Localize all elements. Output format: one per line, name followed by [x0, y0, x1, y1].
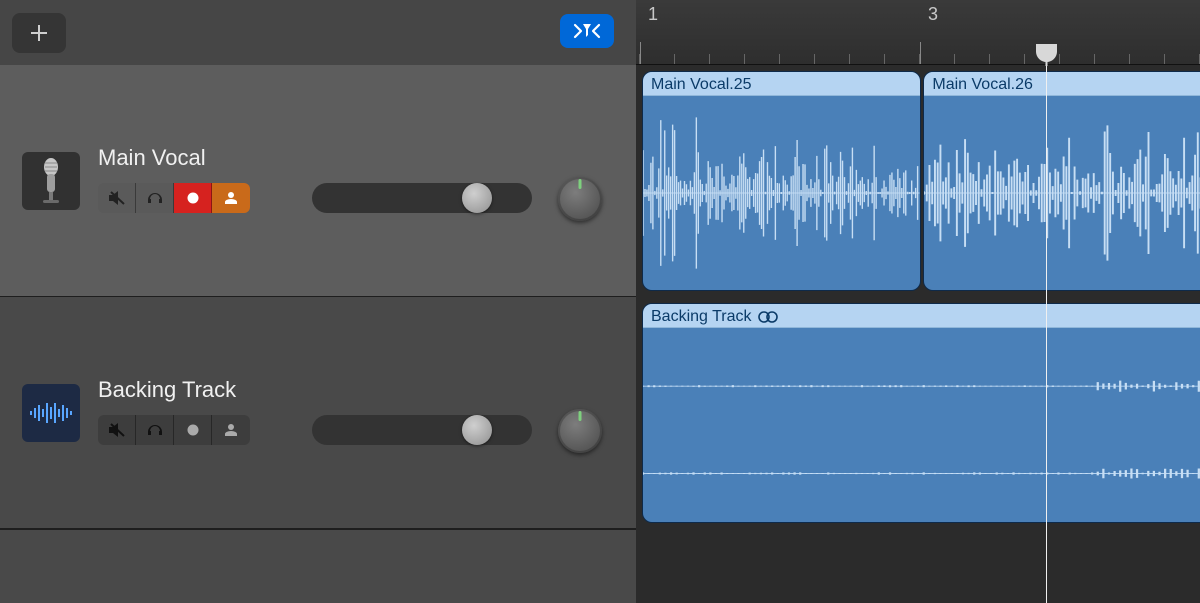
mute-button[interactable]: [98, 415, 136, 445]
region-lane[interactable]: Main Vocal.25 Main Vocal.26: [636, 65, 1200, 297]
plus-icon: [29, 23, 49, 43]
audio-region[interactable]: Main Vocal.25: [642, 71, 921, 291]
region-header[interactable]: Backing Track: [643, 304, 1200, 328]
add-track-button[interactable]: [12, 13, 66, 53]
main-area: Main Vocal: [0, 0, 1200, 603]
volume-slider-thumb[interactable]: [462, 183, 492, 213]
region-name-label: Backing Track: [651, 308, 751, 326]
empty-track-area: [0, 529, 636, 603]
daw-window: Main Vocal: [0, 0, 1200, 603]
region-waveform: [643, 328, 1200, 522]
track-control-buttons: [98, 415, 250, 445]
region-lane[interactable]: Backing Track: [636, 297, 1200, 529]
mute-icon: [108, 190, 126, 206]
pan-knob[interactable]: [558, 177, 602, 221]
microphone-icon: [37, 157, 65, 205]
record-enable-button[interactable]: [174, 415, 212, 445]
input-monitor-button[interactable]: [212, 183, 250, 213]
record-icon: [186, 191, 200, 205]
volume-slider-thumb[interactable]: [462, 415, 492, 445]
record-icon: [186, 423, 200, 437]
volume-slider[interactable]: [312, 415, 532, 445]
region-waveform: [643, 96, 920, 290]
region-header[interactable]: Main Vocal.26: [924, 72, 1200, 96]
monitor-headphones-button[interactable]: [136, 415, 174, 445]
track-name-label[interactable]: Main Vocal: [98, 145, 206, 171]
pan-knob[interactable]: [558, 409, 602, 453]
region-header[interactable]: Main Vocal.25: [643, 72, 920, 96]
playhead-handle-icon[interactable]: [1036, 44, 1057, 66]
input-monitor-icon: [222, 422, 240, 438]
track-icon: [22, 152, 80, 210]
mute-button[interactable]: [98, 183, 136, 213]
ruler-bar-number: 1: [648, 4, 658, 25]
audio-waveform-icon: [29, 401, 73, 425]
track-name-label[interactable]: Backing Track: [98, 377, 236, 403]
track-control-buttons: [98, 183, 250, 213]
record-enable-button[interactable]: [174, 183, 212, 213]
track-header-main-vocal[interactable]: Main Vocal: [0, 65, 636, 297]
arrange-area[interactable]: 1357 Main Vocal.25: [636, 0, 1200, 603]
audio-region[interactable]: Backing Track: [642, 303, 1200, 523]
region-waveform: [924, 96, 1200, 290]
input-monitor-button[interactable]: [212, 415, 250, 445]
volume-slider[interactable]: [312, 183, 532, 213]
track-header-backing-track[interactable]: Backing Track: [0, 297, 636, 529]
catch-playhead-button[interactable]: [560, 14, 614, 48]
region-name-label: Main Vocal.26: [932, 76, 1033, 94]
loop-icon: [757, 310, 779, 324]
input-monitor-icon: [222, 190, 240, 206]
track-header-panel: Main Vocal: [0, 0, 636, 603]
audio-region[interactable]: Main Vocal.26: [923, 71, 1200, 291]
region-lanes: Main Vocal.25 Main Vocal.26: [636, 65, 1200, 603]
ruler-bar-number: 3: [928, 4, 938, 25]
headphones-icon: [146, 190, 164, 206]
monitor-headphones-button[interactable]: [136, 183, 174, 213]
mute-icon: [108, 422, 126, 438]
track-icon: [22, 384, 80, 442]
timeline-ruler[interactable]: 1357: [636, 0, 1200, 65]
playhead[interactable]: [1046, 46, 1047, 603]
region-name-label: Main Vocal.25: [651, 76, 752, 94]
track-list-toolbar: [0, 0, 636, 65]
catch-funnel-icon: [572, 21, 602, 41]
headphones-icon: [146, 422, 164, 438]
